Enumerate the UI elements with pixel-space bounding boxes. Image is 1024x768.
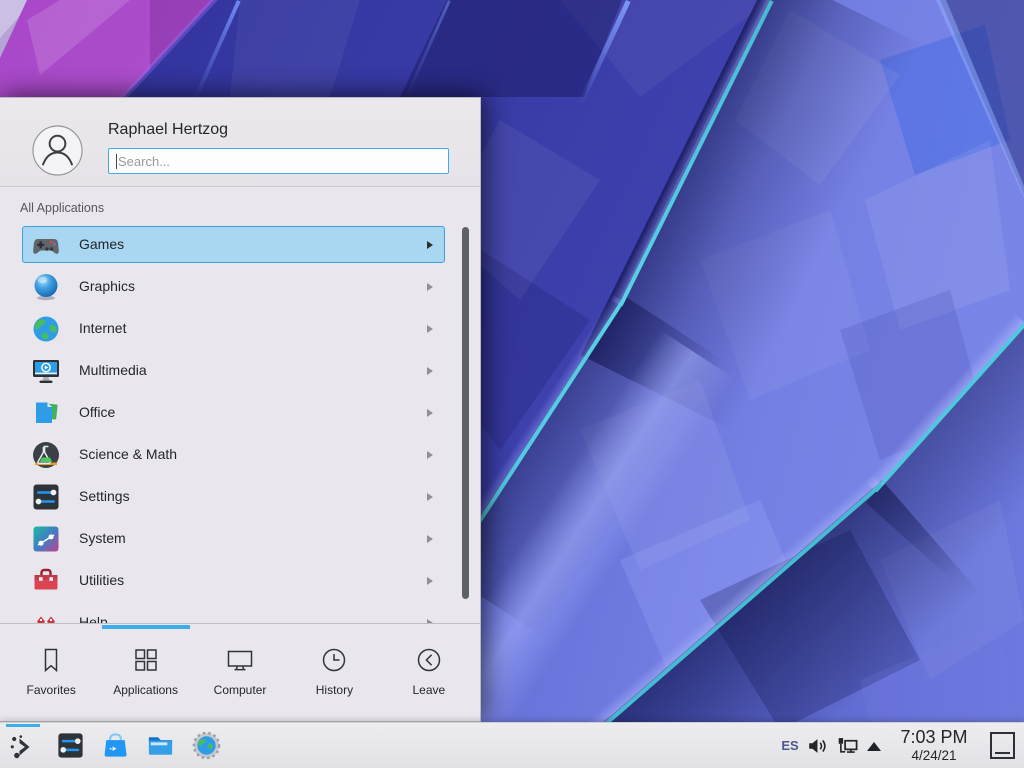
internet-icon bbox=[30, 313, 62, 345]
user-icon bbox=[32, 125, 83, 176]
search-box bbox=[108, 148, 449, 174]
desktop: Raphael Hertzog All Applications Games bbox=[0, 0, 1024, 768]
tab-label: History bbox=[316, 683, 353, 697]
active-indicator bbox=[6, 724, 40, 727]
submenu-arrow-icon bbox=[427, 325, 433, 333]
globe-gear-icon bbox=[191, 730, 222, 761]
submenu-arrow-icon bbox=[427, 241, 433, 249]
games-icon bbox=[30, 229, 62, 261]
keyboard-layout-indicator[interactable]: ES bbox=[777, 723, 803, 768]
tab-label: Computer bbox=[214, 683, 267, 697]
menu-item-science-math[interactable]: Science & Math bbox=[22, 436, 445, 473]
menu-item-games[interactable]: Games bbox=[22, 226, 445, 263]
science-icon bbox=[30, 439, 62, 471]
monitor-icon bbox=[225, 645, 255, 675]
menu-item-label: Utilities bbox=[79, 563, 124, 598]
system-icon bbox=[30, 523, 62, 555]
tab-label: Leave bbox=[412, 683, 445, 697]
menu-item-graphics[interactable]: Graphics bbox=[22, 268, 445, 305]
tab-label: Applications bbox=[113, 683, 178, 697]
submenu-arrow-icon bbox=[427, 367, 433, 375]
menu-item-label: Help bbox=[79, 605, 108, 624]
application-launcher-menu: Raphael Hertzog All Applications Games bbox=[0, 97, 481, 722]
search-input[interactable] bbox=[109, 149, 448, 173]
clock-icon bbox=[319, 645, 349, 675]
wired-network-icon bbox=[836, 735, 859, 758]
submenu-arrow-icon bbox=[427, 493, 433, 501]
menu-item-system[interactable]: System bbox=[22, 520, 445, 557]
category-list: Games Graphics bbox=[0, 226, 480, 624]
scrollbar[interactable] bbox=[462, 227, 469, 599]
help-icon bbox=[30, 607, 62, 624]
speaker-icon bbox=[806, 735, 828, 757]
menu-item-utilities[interactable]: Utilities bbox=[22, 562, 445, 599]
submenu-arrow-icon bbox=[427, 535, 433, 543]
tab-leave[interactable]: Leave bbox=[382, 624, 476, 721]
discover-button[interactable] bbox=[100, 730, 131, 761]
tab-label: Favorites bbox=[27, 683, 76, 697]
submenu-arrow-icon bbox=[427, 283, 433, 291]
submenu-arrow-icon bbox=[427, 577, 433, 585]
multimedia-icon bbox=[30, 355, 62, 387]
clock-time: 7:03 PM bbox=[886, 726, 982, 748]
taskbar-panel: ES 7:03 PM 4/24/21 bbox=[0, 722, 1024, 768]
menu-item-settings[interactable]: Settings bbox=[22, 478, 445, 515]
discover-icon bbox=[100, 730, 131, 761]
leave-icon bbox=[414, 645, 444, 675]
grid-icon bbox=[131, 645, 161, 675]
section-label: All Applications bbox=[20, 201, 104, 215]
kde-launcher-icon bbox=[8, 732, 38, 762]
menu-item-help[interactable]: Help bbox=[22, 604, 445, 624]
tab-history[interactable]: History bbox=[287, 624, 381, 721]
menu-item-label: Internet bbox=[79, 311, 126, 346]
application-launcher-button[interactable] bbox=[4, 723, 42, 768]
tab-computer[interactable]: Computer bbox=[193, 624, 287, 721]
web-browser-button[interactable] bbox=[191, 730, 222, 761]
network-button[interactable] bbox=[836, 735, 859, 758]
menu-item-label: Science & Math bbox=[79, 437, 177, 472]
menu-item-label: Games bbox=[79, 227, 124, 262]
menu-item-internet[interactable]: Internet bbox=[22, 310, 445, 347]
system-settings-icon bbox=[55, 730, 86, 761]
submenu-arrow-icon bbox=[427, 409, 433, 417]
office-icon bbox=[30, 397, 62, 429]
text-cursor bbox=[116, 154, 117, 169]
submenu-arrow-icon bbox=[427, 451, 433, 459]
menu-item-label: Settings bbox=[79, 479, 130, 514]
user-avatar[interactable] bbox=[32, 125, 83, 176]
folder-icon bbox=[145, 730, 176, 761]
digital-clock[interactable]: 7:03 PM 4/24/21 bbox=[886, 726, 982, 764]
tray-expand-arrow-icon[interactable] bbox=[867, 742, 881, 751]
system-settings-button[interactable] bbox=[55, 730, 86, 761]
menu-item-label: Office bbox=[79, 395, 115, 430]
user-name: Raphael Hertzog bbox=[108, 121, 228, 139]
launcher-header: Raphael Hertzog bbox=[0, 98, 480, 187]
volume-button[interactable] bbox=[806, 735, 828, 757]
menu-item-multimedia[interactable]: Multimedia bbox=[22, 352, 445, 389]
tab-applications[interactable]: Applications bbox=[98, 624, 192, 721]
menu-item-label: Multimedia bbox=[79, 353, 147, 388]
menu-item-label: Graphics bbox=[79, 269, 135, 304]
graphics-icon bbox=[30, 271, 62, 303]
launcher-tabbar: Favorites Applications Computer History bbox=[0, 623, 480, 721]
show-desktop-button[interactable] bbox=[990, 732, 1015, 759]
tab-favorites[interactable]: Favorites bbox=[4, 624, 98, 721]
utilities-icon bbox=[30, 565, 62, 597]
clock-date: 4/24/21 bbox=[886, 748, 982, 764]
menu-item-office[interactable]: Office bbox=[22, 394, 445, 431]
bookmark-icon bbox=[36, 645, 66, 675]
file-manager-button[interactable] bbox=[145, 730, 176, 761]
menu-item-label: System bbox=[79, 521, 126, 556]
settings-icon bbox=[30, 481, 62, 513]
